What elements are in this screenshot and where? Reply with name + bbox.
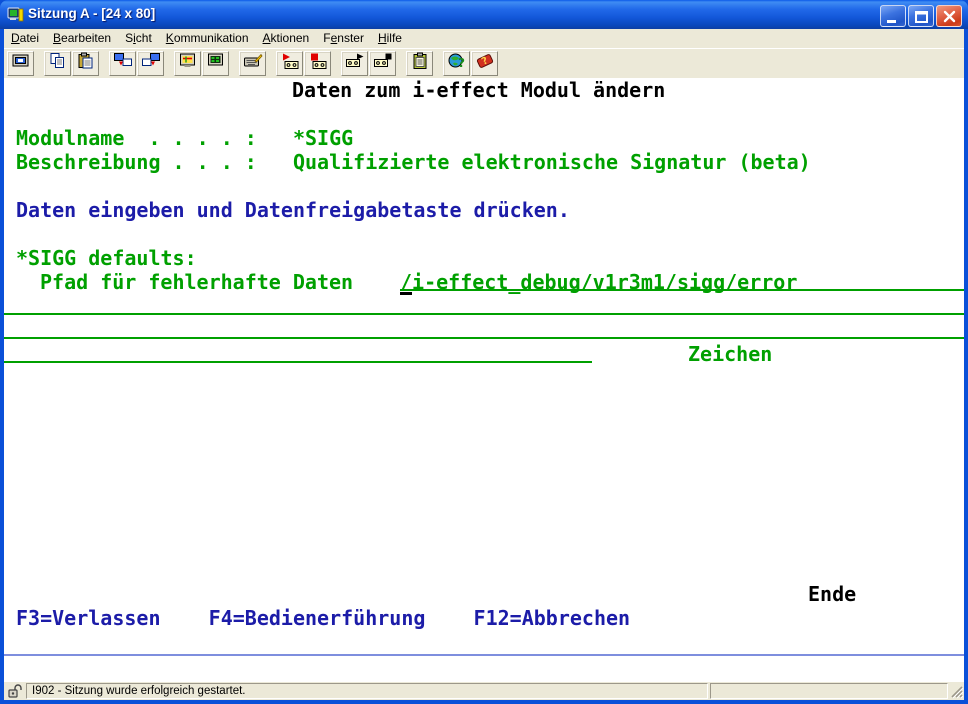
status-secondary-panel bbox=[710, 683, 948, 699]
input-field-underline[interactable] bbox=[4, 361, 592, 363]
terminal-screen[interactable]: Daten zum i-effect Modul ändern Modulname… bbox=[4, 78, 964, 654]
menu-bar: DateiBearbeitenSichtKommunikationAktione… bbox=[4, 29, 964, 48]
clipboard-button[interactable] bbox=[406, 51, 433, 76]
copy-button[interactable] bbox=[44, 51, 71, 76]
input-field-underline[interactable] bbox=[4, 337, 964, 339]
stop-macro-button[interactable] bbox=[369, 51, 396, 76]
minimize-button[interactable] bbox=[880, 5, 906, 27]
stop-recording-button[interactable] bbox=[304, 51, 331, 76]
menu-item-hilfe[interactable]: Hilfe bbox=[371, 29, 409, 48]
stop-macro-icon bbox=[373, 52, 393, 75]
keyboard-setup-button[interactable] bbox=[239, 51, 266, 76]
display-setup-button[interactable] bbox=[174, 51, 201, 76]
keyboard-setup-icon bbox=[243, 52, 263, 75]
session-app-icon bbox=[7, 6, 24, 23]
paste-button[interactable] bbox=[72, 51, 99, 76]
clipboard-icon bbox=[410, 52, 430, 75]
session-window: Sitzung A - [24 x 80] DateiBearbeitenSic… bbox=[0, 0, 968, 704]
menu-item-kommunikation[interactable]: Kommunikation bbox=[159, 29, 256, 48]
input-field-underline[interactable] bbox=[400, 289, 964, 291]
maximize-button[interactable] bbox=[908, 5, 934, 27]
menu-item-sicht[interactable]: Sicht bbox=[118, 29, 159, 48]
svg-text:?: ? bbox=[458, 56, 465, 70]
record-macro-button[interactable] bbox=[276, 51, 303, 76]
terminal-text: Daten eingeben und Datenfreigabetaste dr… bbox=[16, 198, 570, 222]
copy-icon bbox=[48, 52, 68, 75]
status-bar: I902 - Sitzung wurde erfolgreich gestart… bbox=[4, 682, 964, 700]
terminal-text: *SIGG defaults: bbox=[16, 246, 197, 270]
receive-file-button[interactable] bbox=[137, 51, 164, 76]
title-bar[interactable]: Sitzung A - [24 x 80] bbox=[0, 0, 968, 29]
index-globe-button[interactable]: ? bbox=[443, 51, 470, 76]
menu-item-fenster[interactable]: Fenster bbox=[316, 29, 371, 48]
menu-item-aktionen[interactable]: Aktionen bbox=[256, 29, 317, 48]
terminal-text: Zeichen bbox=[688, 342, 772, 366]
play-macro-button[interactable] bbox=[341, 51, 368, 76]
resize-grip[interactable] bbox=[948, 683, 964, 699]
help-icon: ? bbox=[475, 52, 495, 75]
play-macro-icon bbox=[345, 52, 365, 75]
terminal-text: Daten zum i-effect Modul ändern bbox=[292, 78, 665, 102]
input-field-underline[interactable] bbox=[4, 313, 964, 315]
paste-icon bbox=[76, 52, 96, 75]
terminal-text: Modulname . . . . : *SIGG bbox=[16, 126, 353, 150]
unlocked-padlock-icon bbox=[6, 683, 24, 699]
terminal-text: Beschreibung . . . : Qualifizierte elekt… bbox=[16, 150, 811, 174]
menu-item-bearbeiten[interactable]: Bearbeiten bbox=[46, 29, 118, 48]
index-globe-icon: ? bbox=[447, 52, 467, 75]
window-title: Sitzung A - [24 x 80] bbox=[28, 0, 155, 29]
oia-area bbox=[4, 656, 964, 682]
receive-file-icon bbox=[141, 52, 161, 75]
color-setup-button[interactable] bbox=[202, 51, 229, 76]
send-file-icon bbox=[113, 52, 133, 75]
display-setup-icon bbox=[178, 52, 198, 75]
print-screen-button[interactable] bbox=[7, 51, 34, 76]
terminal-text: F3=Verlassen F4=Bedienerführung F12=Abbr… bbox=[16, 606, 630, 630]
print-screen-icon bbox=[11, 52, 31, 75]
status-message: I902 - Sitzung wurde erfolgreich gestart… bbox=[26, 683, 708, 699]
stop-recording-icon bbox=[308, 52, 328, 75]
menu-item-datei[interactable]: Datei bbox=[4, 29, 46, 48]
help-button[interactable]: ? bbox=[471, 51, 498, 76]
color-setup-icon bbox=[206, 52, 226, 75]
terminal-text: Ende bbox=[808, 582, 856, 606]
terminal-text: Pfad für fehlerhafte Daten bbox=[40, 270, 353, 294]
send-file-button[interactable] bbox=[109, 51, 136, 76]
record-macro-icon bbox=[280, 52, 300, 75]
text-cursor bbox=[400, 292, 412, 295]
toolbar: ?? bbox=[4, 48, 964, 78]
close-button[interactable] bbox=[936, 5, 962, 27]
